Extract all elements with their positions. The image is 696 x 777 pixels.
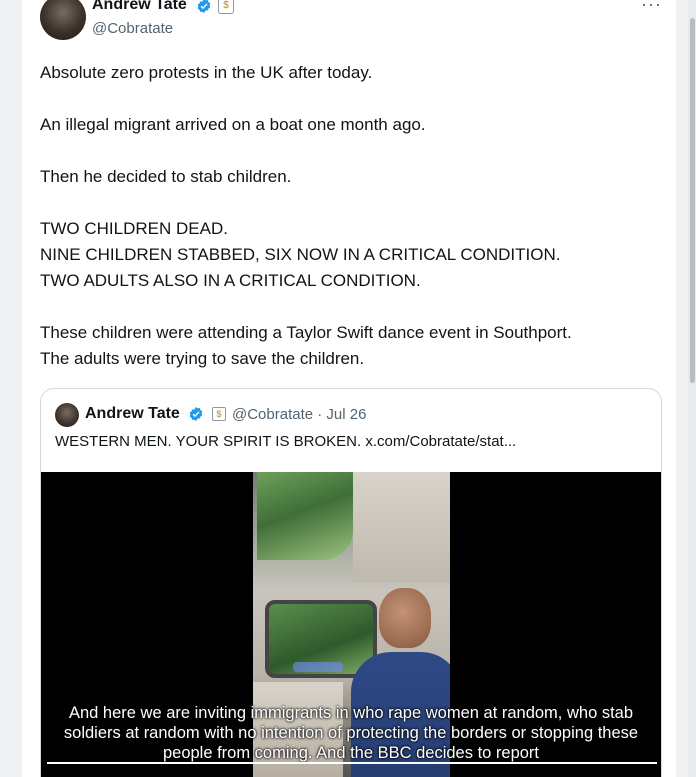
video-caption: And here we are inviting immigrants in w… <box>41 703 661 763</box>
tweet-card[interactable]: Andrew Tate $ @Cobratate ··· Absolute ze… <box>22 0 676 777</box>
tweet-line: TWO ADULTS ALSO IN A CRITICAL CONDITION. <box>40 271 421 290</box>
tweet-line: Absolute zero protests in the UK after t… <box>40 63 373 82</box>
author-avatar[interactable] <box>40 0 86 40</box>
quoted-tweet[interactable]: Andrew Tate $ @Cobratate · Jul 26 WESTER… <box>40 388 662 777</box>
ambient-light <box>293 662 343 672</box>
car-sunroof <box>257 472 353 560</box>
scrollbar-thumb[interactable] <box>690 18 695 383</box>
car-headliner <box>353 472 450 582</box>
tweet-line: NINE CHILDREN STABBED, SIX NOW IN A CRIT… <box>40 245 561 264</box>
quoted-author-name[interactable]: Andrew Tate <box>85 405 180 423</box>
caption-line: And here we are inviting immigrants in w… <box>68 704 634 722</box>
caption-underline <box>47 762 657 764</box>
tweet-text: Absolute zero protests in the UK after t… <box>40 60 660 372</box>
tweet-line: Then he decided to stab children. <box>40 167 292 186</box>
affiliate-badge-icon[interactable]: $ <box>218 0 234 14</box>
quoted-author-avatar[interactable] <box>55 403 79 427</box>
quoted-handle-date[interactable]: @Cobratate · Jul 26 <box>232 406 366 423</box>
author-name[interactable]: Andrew Tate <box>92 0 187 14</box>
affiliate-badge-icon[interactable]: $ <box>212 407 226 421</box>
tweet-line: An illegal migrant arrived on a boat one… <box>40 115 426 134</box>
video-player[interactable]: And here we are inviting immigrants in w… <box>41 472 661 777</box>
quoted-tweet-text[interactable]: WESTERN MEN. YOUR SPIRIT IS BROKEN. x.co… <box>55 433 516 450</box>
tweet-line: These children were attending a Taylor S… <box>40 323 572 342</box>
more-options-icon[interactable]: ··· <box>641 0 662 15</box>
caption-line: people from coming. And the BBC decides … <box>162 744 540 762</box>
verified-badge-icon <box>197 0 211 13</box>
tweet-line: The adults were trying to save the child… <box>40 349 365 368</box>
tweet-line: TWO CHILDREN DEAD. <box>40 219 228 238</box>
author-handle[interactable]: @Cobratate <box>92 20 173 37</box>
caption-line: soldiers at random with no intention of … <box>63 724 639 742</box>
verified-badge-icon <box>189 407 203 421</box>
speaker-head <box>379 588 431 648</box>
